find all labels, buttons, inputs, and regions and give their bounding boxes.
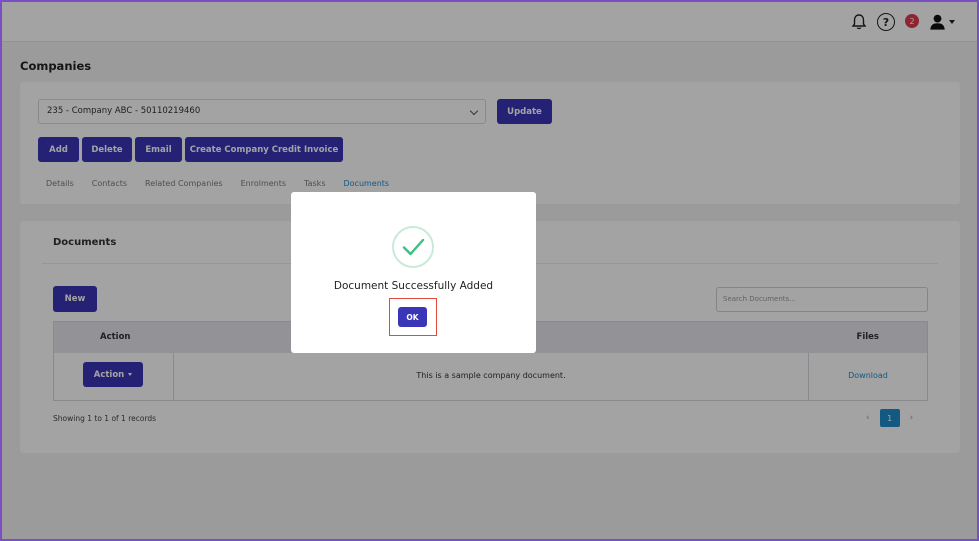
success-modal: Document Successfully Added OK <box>291 192 536 353</box>
app-window: ? 2 Companies 235 - Company ABC - 501102… <box>0 0 979 541</box>
ok-button[interactable]: OK <box>398 307 427 327</box>
success-check-icon <box>392 226 434 268</box>
modal-message: Document Successfully Added <box>333 280 494 292</box>
